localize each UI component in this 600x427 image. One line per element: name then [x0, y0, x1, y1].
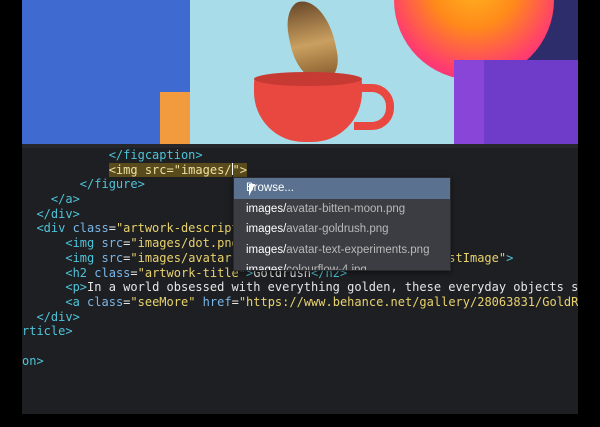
code-tag: <img	[65, 236, 102, 251]
autocomplete-item[interactable]: images/avatar-bitten-moon.png	[234, 199, 450, 220]
code-tag: </div>	[36, 309, 80, 324]
code-tag: <img	[65, 250, 102, 265]
autocomplete-item-label: colourflow-4.jpg	[286, 264, 367, 271]
code-tag: </a>	[50, 192, 80, 207]
code-line[interactable]: <img src="images/">	[22, 162, 578, 178]
mouse-pointer-icon	[249, 184, 261, 196]
code-attribute: src	[101, 236, 124, 251]
preview-purple-accent	[454, 60, 484, 144]
code-tag: <div	[36, 221, 73, 236]
code-line[interactable]: on>	[22, 354, 578, 369]
autocomplete-item-label: avatar-text-experiments.png	[286, 243, 430, 256]
red-cup-rim	[254, 72, 362, 86]
code-string: "https://www.behance.net/gallery/2806383…	[238, 294, 578, 309]
autocomplete-item[interactable]: images/avatar-text-experiments.png	[234, 240, 450, 261]
code-highlight: <img src="images/	[108, 162, 232, 177]
code-string: "artwork-descript	[115, 221, 239, 236]
autocomplete-item[interactable]: images/colourflow-4.jpg	[234, 260, 450, 271]
autocomplete-popup[interactable]: Browse... images/avatar-bitten-moon.png im…	[233, 177, 451, 271]
autocomplete-item-prefix: images/	[246, 202, 287, 215]
code-tag: </figure>	[79, 177, 145, 192]
code-string: "artwork-title"	[137, 265, 246, 280]
code-text: =	[108, 221, 116, 236]
autocomplete-item-prefix: images/	[246, 264, 287, 271]
code-attribute: class	[72, 221, 109, 236]
code-attribute: class	[87, 294, 124, 309]
code-attribute: href	[202, 294, 232, 309]
code-text: =	[231, 294, 239, 309]
code-line[interactable]: </figcaption>	[22, 148, 578, 163]
code-string: "seeMore"	[130, 294, 196, 309]
live-preview-pane	[22, 0, 578, 144]
code-attribute: class	[94, 265, 131, 280]
code-text: =	[130, 265, 138, 280]
code-string: "images/dot.png"	[130, 236, 246, 251]
autocomplete-item-label: avatar-goldrush.png	[286, 223, 389, 235]
app-window: </figcaption> <img src="images/"> </figu…	[22, 0, 578, 427]
code-tag: </div>	[36, 206, 80, 221]
code-line[interactable]: </div>	[22, 310, 578, 325]
code-line[interactable]: rticle>	[22, 324, 578, 339]
code-tag: on>	[22, 353, 44, 368]
autocomplete-item[interactable]: images/avatar-goldrush.png	[234, 219, 450, 240]
autocomplete-item-prefix: images/	[246, 223, 287, 235]
code-tag: <a	[65, 294, 88, 309]
red-cup-handle	[354, 84, 394, 130]
code-tag: <h2	[65, 265, 95, 280]
code-line[interactable]: <p>In a world obsessed with everything g…	[22, 280, 578, 295]
code-tag: >	[506, 250, 514, 265]
code-highlight: ">	[232, 162, 247, 177]
code-tag: </figcaption>	[108, 148, 203, 162]
code-tag: rticle>	[22, 324, 73, 339]
code-tag: <p>	[65, 280, 88, 295]
autocomplete-item-label: avatar-bitten-moon.png	[286, 202, 406, 215]
code-attribute: src	[101, 250, 124, 265]
code-text: In a world obsessed with everything gold…	[87, 280, 578, 295]
autocomplete-item-prefix: images/	[246, 243, 287, 256]
autocomplete-item[interactable]: Browse...	[234, 178, 450, 199]
bottom-border	[22, 414, 578, 427]
code-line[interactable]	[22, 339, 578, 354]
code-line[interactable]: <a class="seeMore" href="https://www.beh…	[22, 295, 578, 310]
